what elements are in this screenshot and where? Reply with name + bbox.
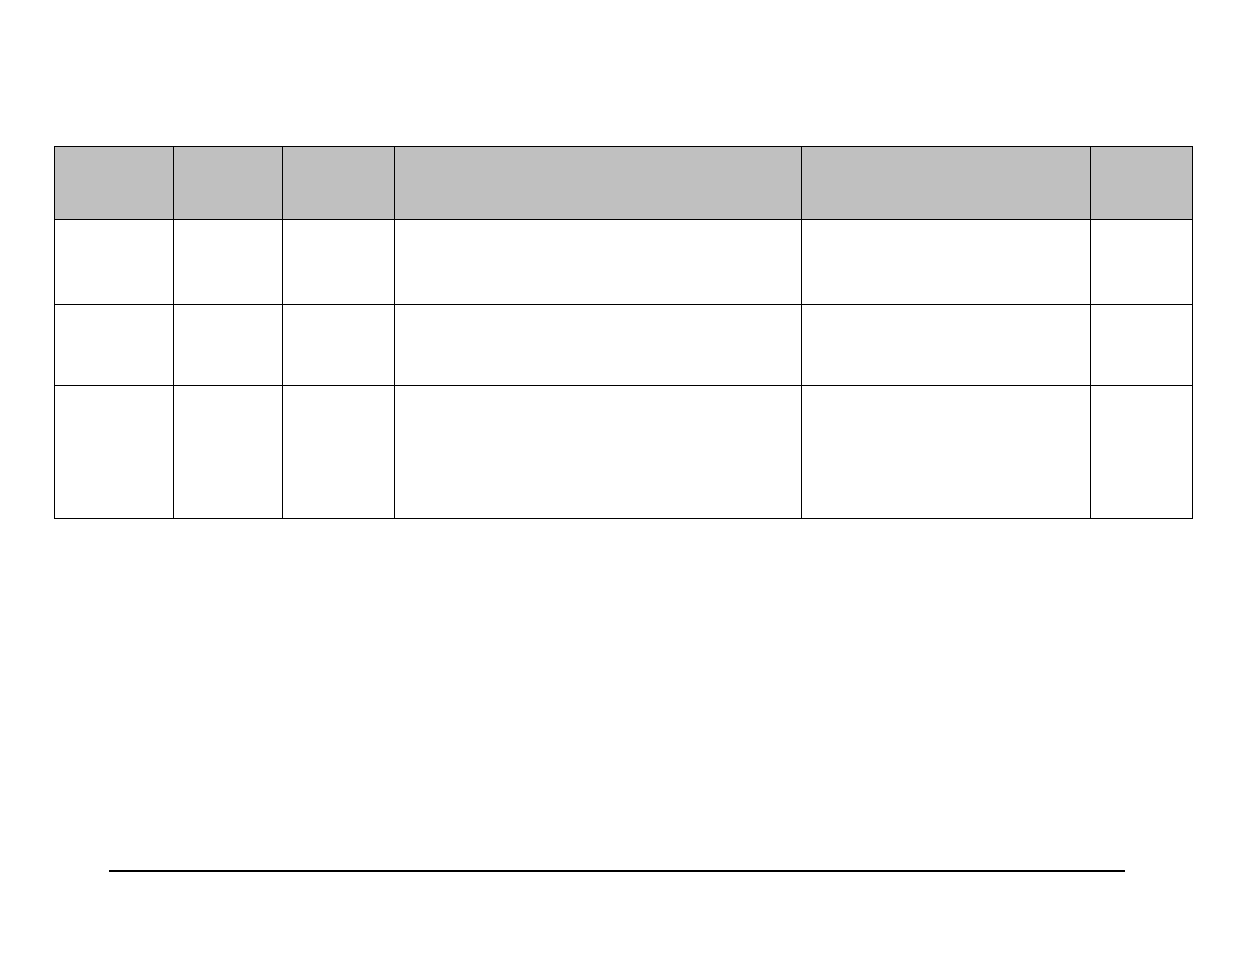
table-header-cell: [1091, 147, 1193, 220]
table-header-cell: [55, 147, 174, 220]
page-container: [0, 0, 1235, 954]
data-table: [54, 146, 1193, 519]
table-cell: [55, 305, 174, 386]
table-header-cell: [283, 147, 395, 220]
table-cell: [283, 220, 395, 305]
table-cell: [55, 386, 174, 519]
footer-divider: [109, 870, 1125, 872]
table-cell: [174, 220, 283, 305]
table-row: [55, 305, 1193, 386]
table-cell: [283, 305, 395, 386]
table-cell: [1091, 220, 1193, 305]
table-header-cell: [802, 147, 1091, 220]
table-cell: [395, 305, 802, 386]
table-cell: [802, 305, 1091, 386]
table-cell: [1091, 305, 1193, 386]
table-cell: [174, 305, 283, 386]
table-row: [55, 220, 1193, 305]
table-header-cell: [395, 147, 802, 220]
table-cell: [395, 220, 802, 305]
table-cell: [395, 386, 802, 519]
table-header-row: [55, 147, 1193, 220]
table-header-cell: [174, 147, 283, 220]
table-cell: [174, 386, 283, 519]
table-cell: [802, 386, 1091, 519]
table-cell: [802, 220, 1091, 305]
table-cell: [55, 220, 174, 305]
table-cell: [1091, 386, 1193, 519]
table-cell: [283, 386, 395, 519]
table-row: [55, 386, 1193, 519]
